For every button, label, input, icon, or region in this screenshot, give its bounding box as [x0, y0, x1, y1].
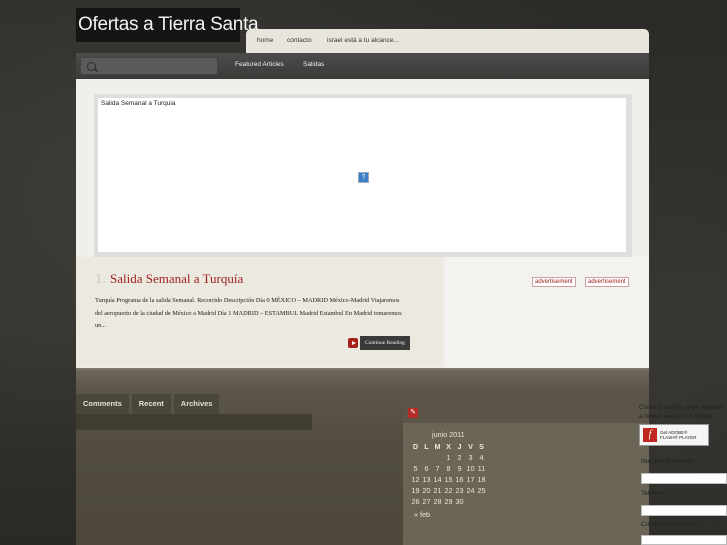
calendar-prev-link[interactable]: « feb [414, 510, 430, 519]
calendar-day: 13 [422, 475, 431, 484]
calendar-day: 8 [446, 464, 451, 473]
calendar-day: 12 [411, 475, 420, 484]
calendar-day: 4 [479, 453, 484, 462]
calendar-day: 25 [477, 486, 486, 495]
sidebar-tabs: Comments Recent Archives [76, 394, 222, 414]
name-field[interactable] [641, 473, 727, 484]
calendar-day [421, 452, 432, 463]
email-label: Correo Electrónico * [641, 521, 700, 528]
calendar-day [465, 496, 476, 507]
calendar-day: 19 [411, 486, 420, 495]
tab-archives[interactable]: Archives [173, 394, 220, 414]
slider-title[interactable]: Salida Semanal a Turquia [101, 100, 175, 107]
continue-reading-button[interactable]: Continue Reading [348, 336, 410, 350]
post-number: 1. [95, 271, 107, 287]
calendar-day: 1 [446, 453, 451, 462]
search-icon[interactable] [87, 62, 96, 71]
calendar-day: 6 [424, 464, 429, 473]
calendar-day: 27 [422, 497, 431, 506]
get-flash-player-badge[interactable]: f Get ADOBE® FLASH® PLAYER [639, 424, 709, 446]
flash-logo-icon: f [643, 428, 657, 442]
missing-plugin-icon[interactable]: ? [358, 172, 369, 183]
calendar-day: 7 [435, 464, 440, 473]
ads-area [445, 257, 649, 367]
calendar-day: 30 [455, 497, 464, 506]
nav-salidas[interactable]: Salidas [303, 61, 324, 68]
calendar-day: 5 [413, 464, 418, 473]
post-title[interactable]: Salida Semanal a Turquía [110, 271, 243, 287]
weekday: S [479, 442, 484, 451]
weekday: D [412, 442, 419, 451]
calendar-day: 18 [477, 475, 486, 484]
tab-recent[interactable]: Recent [131, 394, 171, 414]
calendar-day: 20 [422, 486, 431, 495]
nav-home[interactable]: home [257, 37, 273, 44]
flash-notice: Content on this page requires a newer ve… [639, 404, 725, 420]
flash-badge-line2: FLASH® PLAYER [660, 435, 697, 440]
tab-content [76, 414, 312, 430]
name-label: Nombre Completo * [641, 458, 699, 465]
nav-contacto[interactable]: contacto [287, 37, 312, 44]
search-input[interactable] [80, 57, 218, 75]
calendar-day: 2 [457, 453, 462, 462]
calendar-day: 3 [468, 453, 473, 462]
torn-paper-divider [76, 368, 649, 390]
calendar-day: 24 [466, 486, 475, 495]
weekday: V [468, 442, 473, 451]
calendar-day: 22 [444, 486, 453, 495]
calendar-day: 29 [444, 497, 453, 506]
nav-featured-articles[interactable]: Featured Articles [235, 61, 284, 68]
site-logo[interactable]: Ofertas a Tierra Santa [76, 8, 259, 42]
top-navigation: home contacto israel está a tu alcance..… [246, 29, 649, 53]
email-field[interactable] [641, 535, 727, 545]
calendar-day: 28 [433, 497, 442, 506]
calendar-day: 11 [477, 464, 486, 473]
calendar-table: D L M X J V S 1 2 3 4 5 6 7 8 9 10 11 12 [410, 441, 487, 507]
calendar-day: 23 [455, 486, 464, 495]
calendar-day: 16 [455, 475, 464, 484]
calendar-day: 26 [411, 497, 420, 506]
weekday: J [457, 442, 462, 451]
calendar-day: 21 [433, 486, 442, 495]
tab-comments[interactable]: Comments [76, 394, 129, 414]
flash-badge-text: Get ADOBE® FLASH® PLAYER [660, 430, 697, 440]
calendar-day [410, 452, 421, 463]
calendar-widget-header [403, 403, 649, 423]
advertisement-link[interactable]: advertisement [532, 277, 576, 287]
calendar: junio 2011 D L M X J V S 1 2 3 4 5 6 7 8… [410, 430, 487, 519]
calendar-caption: junio 2011 [432, 430, 465, 439]
phone-field[interactable] [641, 505, 727, 516]
calendar-day [476, 496, 487, 507]
weekday: X [446, 442, 451, 451]
calendar-day: 10 [466, 464, 475, 473]
post-excerpt: Turquía Programa de la salida Semanal. R… [95, 297, 402, 329]
calendar-day: 17 [466, 475, 475, 484]
advertisement-link[interactable]: advertisement [585, 277, 629, 287]
weekday: L [424, 442, 429, 451]
weekday: M [434, 442, 441, 451]
calendar-day: 14 [433, 475, 442, 484]
calendar-day: 9 [457, 464, 462, 473]
nav-israel[interactable]: israel está a tu alcance... [327, 37, 399, 44]
edit-icon[interactable]: ✎ [408, 408, 418, 418]
calendar-day: 15 [444, 475, 453, 484]
continue-reading-label: Continue Reading [360, 336, 410, 350]
arrow-right-icon [348, 338, 358, 348]
calendar-day [432, 452, 443, 463]
phone-label: Teléfono * [641, 490, 670, 497]
